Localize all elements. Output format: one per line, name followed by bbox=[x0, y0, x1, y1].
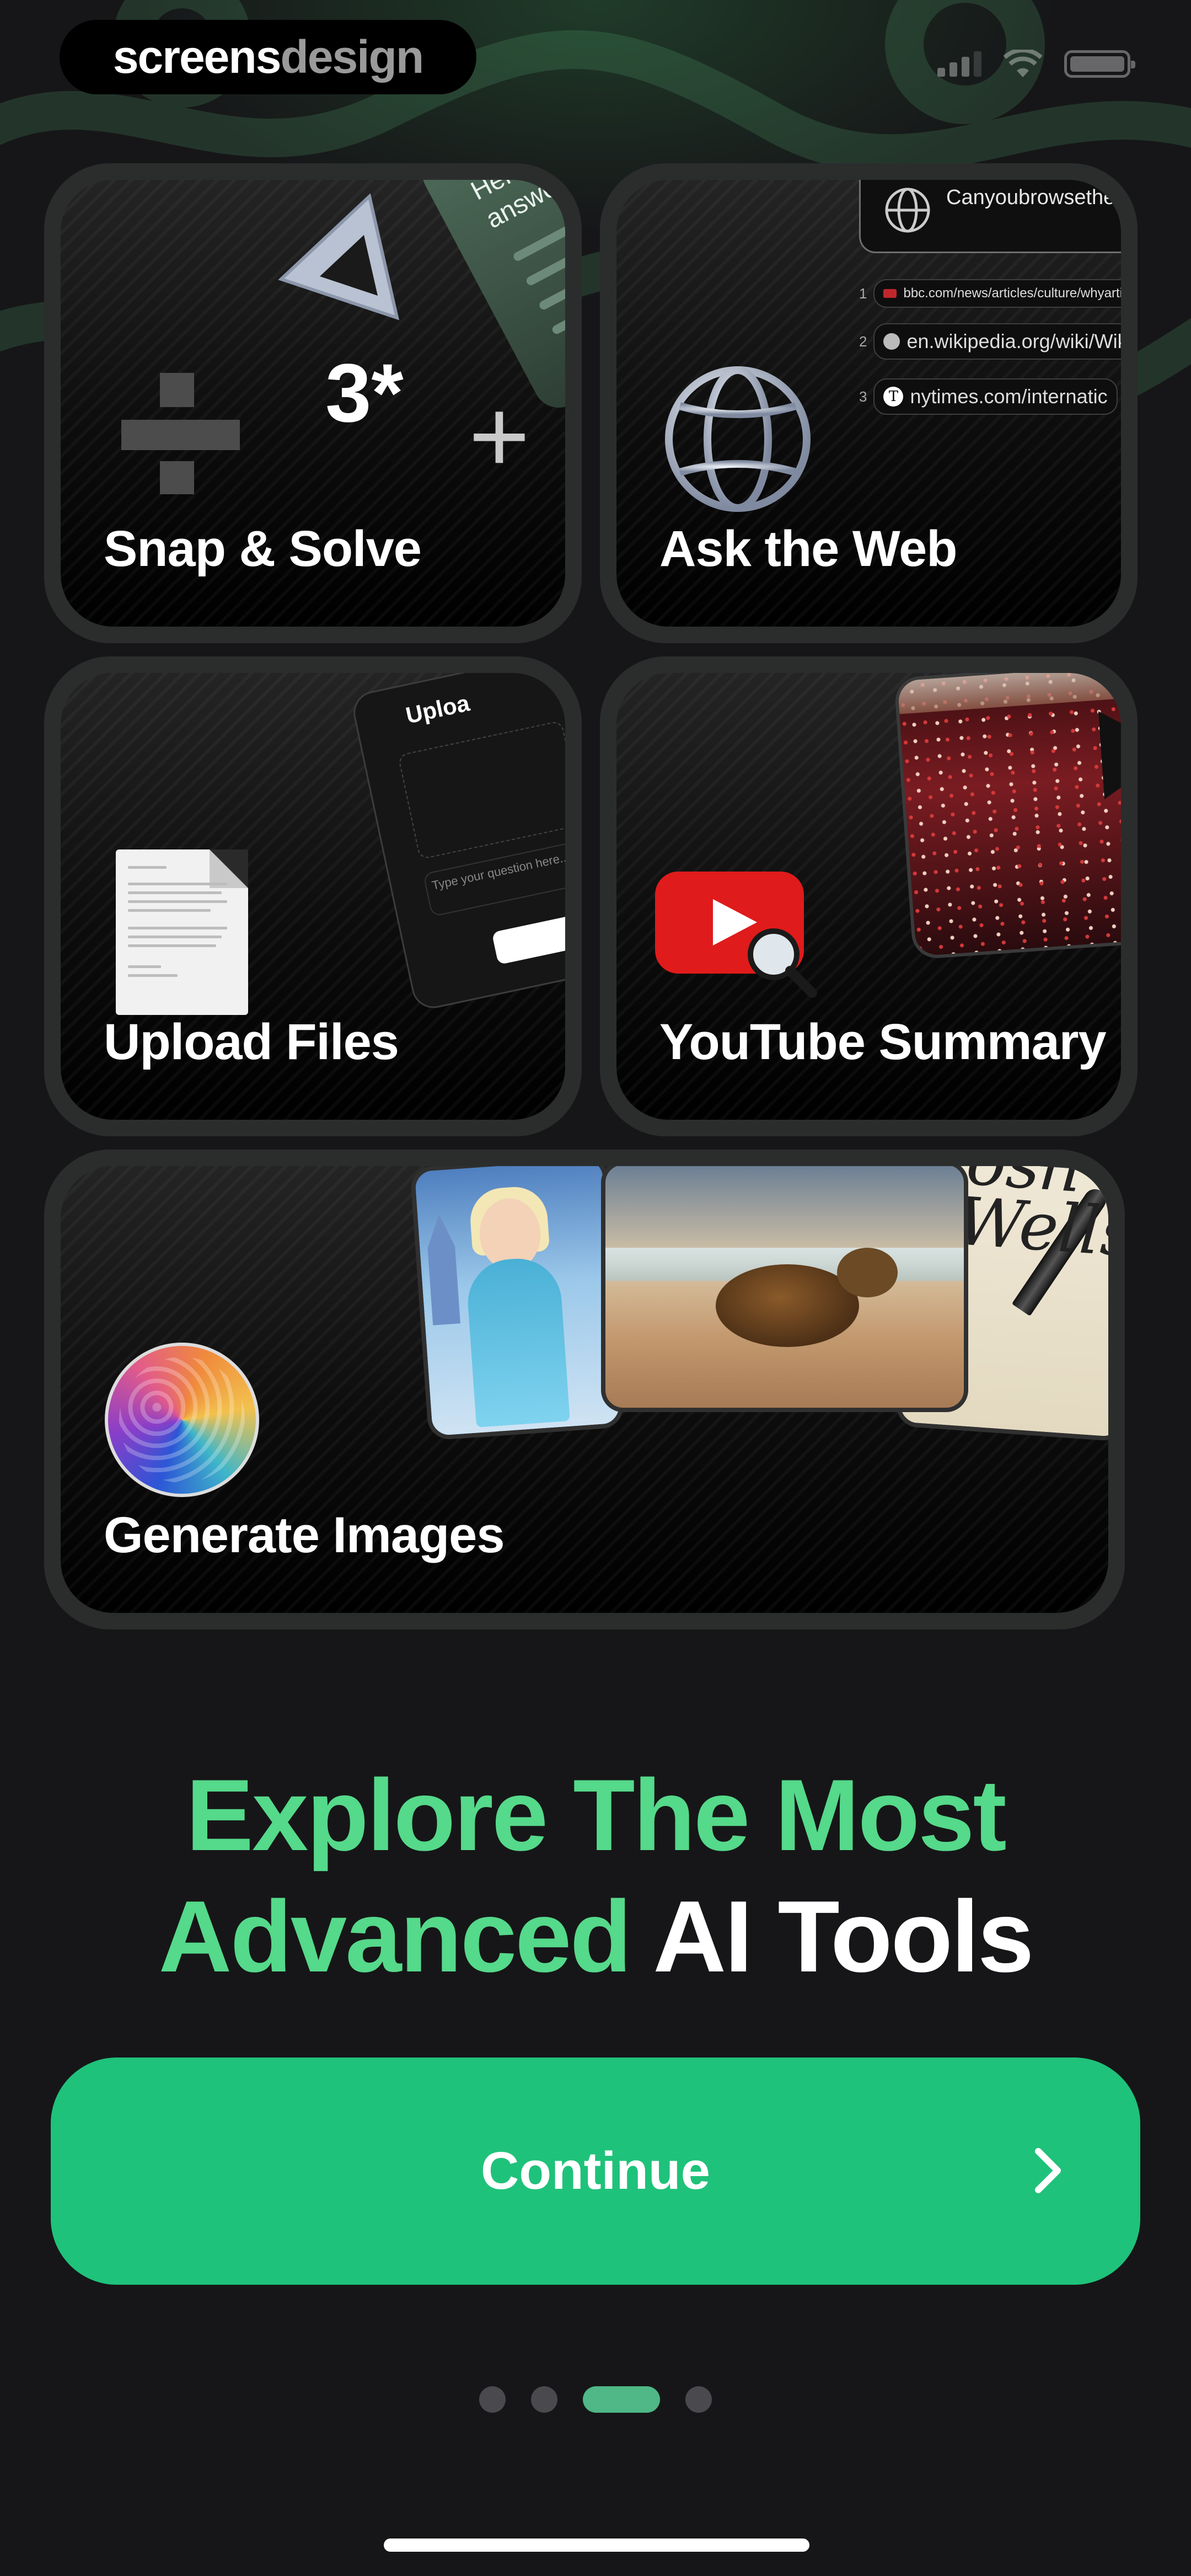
continue-label: Continue bbox=[481, 2141, 710, 2200]
feature-label: Ask the Web bbox=[659, 521, 957, 577]
feature-card-upload-files[interactable]: Uploa Type your question here... Upload … bbox=[44, 656, 582, 1136]
feature-card-youtube-summary[interactable]: YouTube Summary bbox=[600, 656, 1138, 1136]
generated-image-princess bbox=[410, 1166, 625, 1441]
source-number: 3 bbox=[859, 388, 867, 405]
chevron-right-icon bbox=[1035, 2148, 1061, 2193]
set-square-icon bbox=[278, 193, 400, 320]
gradient-avatar-icon bbox=[105, 1343, 259, 1497]
page-dot[interactable] bbox=[531, 2386, 557, 2413]
brand-logo: screens design bbox=[60, 20, 476, 94]
status-bar bbox=[937, 50, 1135, 78]
battery-icon bbox=[1064, 50, 1135, 78]
brand-part-design: design bbox=[280, 31, 424, 83]
brand-part-screens: screens bbox=[112, 31, 282, 83]
divide-icon bbox=[121, 373, 240, 494]
math-digit: 3* bbox=[325, 346, 404, 439]
source-item: 1 bbc.com/news/articles/culture/whyartis… bbox=[859, 279, 1121, 308]
source-url: nytimes.com/internatic bbox=[910, 385, 1108, 408]
youtube-icon bbox=[655, 872, 817, 998]
upload-phone-button bbox=[491, 907, 565, 965]
page-dot[interactable] bbox=[685, 2386, 712, 2413]
video-thumbnail bbox=[893, 673, 1121, 960]
upload-phone-mockup: Uploa Type your question here... bbox=[349, 673, 565, 1012]
feature-label: Generate Images bbox=[104, 1507, 505, 1563]
upload-dropzone bbox=[398, 720, 565, 860]
feature-label: Snap & Solve bbox=[104, 521, 422, 577]
wifi-icon bbox=[1004, 50, 1042, 77]
nytimes-favicon-icon: T bbox=[883, 387, 904, 407]
generated-image-turtle bbox=[601, 1166, 968, 1412]
document-icon bbox=[116, 849, 248, 1015]
bbc-favicon-icon bbox=[883, 289, 897, 298]
page-dot[interactable] bbox=[479, 2386, 506, 2413]
upload-phone-title: Uploa bbox=[403, 690, 472, 729]
feature-label: YouTube Summary bbox=[659, 1014, 1107, 1070]
continue-button[interactable]: Continue bbox=[51, 2057, 1140, 2285]
feature-card-generate-images[interactable]: Josh Wells Generate Images bbox=[44, 1150, 1125, 1629]
page-dot-active[interactable] bbox=[583, 2386, 660, 2413]
plus-icon: + bbox=[469, 378, 530, 495]
headline-line-1: Explore The Most bbox=[0, 1754, 1191, 1875]
source-item: 3 Tnytimes.com/internatic bbox=[859, 378, 1118, 415]
headline-highlight: Advanced bbox=[158, 1879, 632, 1993]
play-icon bbox=[1098, 706, 1121, 800]
feature-card-snap-solve[interactable]: Here's your answer 3* + Snap & Solve bbox=[44, 163, 582, 643]
home-indicator[interactable] bbox=[384, 2538, 809, 2552]
web-query-text: Canyoubrowsethe someinsightsabout bbox=[946, 186, 1121, 209]
source-number: 2 bbox=[859, 333, 867, 350]
web-query-bubble: Canyoubrowsethe someinsightsabout bbox=[859, 180, 1121, 253]
source-item: 2 en.wikipedia.org/wiki/Wikip bbox=[859, 323, 1121, 360]
globe-icon bbox=[665, 366, 811, 512]
answer-sheet-text: Here's your answer bbox=[466, 180, 565, 234]
source-url: en.wikipedia.org/wiki/Wikip bbox=[906, 330, 1121, 352]
headline-line-2: Advanced AI Tools bbox=[0, 1875, 1191, 1997]
source-number: 1 bbox=[859, 285, 867, 302]
globe-small-icon bbox=[885, 188, 930, 233]
headline-text: Explore The Most bbox=[186, 1758, 1007, 1872]
signal-icon bbox=[937, 51, 981, 77]
feature-label: Upload Files bbox=[104, 1014, 399, 1070]
headline-text-white: AI Tools bbox=[630, 1879, 1034, 1993]
wikipedia-favicon-icon bbox=[883, 333, 900, 350]
page-indicator bbox=[0, 2386, 1191, 2413]
feature-card-ask-web[interactable]: Canyoubrowsethe someinsightsabout 1 bbc.… bbox=[600, 163, 1138, 643]
source-url: bbc.com/news/articles/culture/whyartistf… bbox=[903, 286, 1121, 301]
